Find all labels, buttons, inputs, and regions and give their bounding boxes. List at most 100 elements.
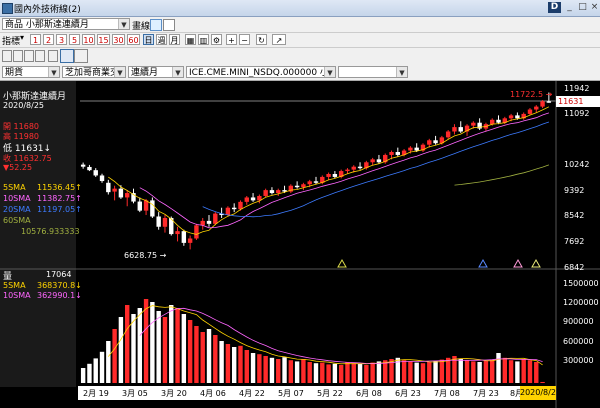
volume-bar [294, 361, 300, 383]
volume-bar [288, 360, 294, 383]
candle-body [294, 185, 300, 188]
candle-body [194, 225, 199, 239]
close-button[interactable]: × [588, 2, 600, 13]
layout-icon[interactable] [13, 50, 23, 62]
split-chart-icon[interactable] [74, 49, 88, 63]
week-bar-icon[interactable]: 週 [156, 34, 167, 45]
extra-combo[interactable]: ▼ [338, 66, 408, 78]
volume-bar [263, 356, 268, 383]
high-marker: 11722.5 → [510, 90, 553, 99]
candle-body [162, 217, 168, 227]
print-icon[interactable] [35, 50, 45, 62]
volume-bar [143, 299, 149, 383]
volume-bar [276, 359, 281, 383]
chart-area[interactable]: 小那斯達連續月 2020/8/25 開 11680 高 11980 低 1163… [0, 81, 600, 408]
product-combo-value: 商品 小那斯達連續月 [5, 20, 89, 30]
period-5-button[interactable]: 5 [69, 34, 80, 45]
market-combo-value: 期貨 [5, 68, 24, 78]
volume-bar [187, 320, 193, 383]
candle-body [238, 201, 243, 210]
volume-bar [231, 347, 237, 383]
signal-triangle-icon [531, 258, 541, 268]
volume-bar [150, 302, 155, 383]
single-chart-icon[interactable] [60, 49, 74, 63]
x-label: 3月 20 [161, 389, 187, 398]
chevron-down-icon[interactable]: ▼ [48, 67, 59, 77]
period-3-button[interactable]: 3 [56, 34, 67, 45]
chevron-down-icon[interactable]: ▼ [324, 67, 335, 77]
day-bar-icon[interactable]: 日 [143, 34, 154, 45]
chevron-down-icon[interactable]: ▼ [172, 67, 183, 77]
volume-bar [194, 326, 199, 383]
volume-bar [439, 359, 445, 383]
candle-body [357, 166, 363, 169]
settings-icon[interactable] [163, 19, 175, 31]
grid-icon[interactable]: ▦ [185, 34, 196, 45]
chevron-down-icon[interactable]: ▼ [118, 19, 129, 29]
candle-body [87, 166, 92, 171]
list-icon[interactable] [24, 50, 34, 62]
volume-bar [99, 351, 105, 383]
period-15-button[interactable]: 15 [97, 34, 110, 45]
refresh-icon[interactable]: ↻ [256, 34, 267, 45]
volume-bar [370, 362, 375, 383]
minimize-button[interactable]: _ [563, 2, 576, 13]
volume-bar [414, 362, 419, 383]
volume-bar [320, 362, 325, 383]
volume-bar [464, 360, 470, 383]
period-30-button[interactable]: 30 [112, 34, 125, 45]
draw-line-label[interactable]: 畫線 [132, 19, 150, 32]
zoom-in-icon[interactable]: + [226, 34, 237, 45]
period-1-button[interactable]: 1 [30, 34, 41, 45]
signal-triangle-icon [337, 258, 347, 268]
month-bar-icon[interactable]: 月 [169, 34, 180, 45]
indicator-label[interactable]: 指標 [2, 34, 20, 47]
symbol-combo[interactable]: ICE.CME.MINI_NSDQ.000000 小那斯達連續 ▼ [186, 66, 336, 78]
exchange-combo-value: 芝加哥商業交 [65, 68, 120, 78]
chevron-down-icon[interactable]: ▼ [396, 67, 407, 77]
volume-bar [345, 362, 350, 383]
candle-body [99, 175, 105, 182]
layout-icon[interactable]: ▥ [198, 34, 209, 45]
candle-body [471, 122, 476, 126]
contract-combo[interactable]: 連續月 ▼ [128, 66, 184, 78]
volume-bar [80, 368, 86, 383]
volume-bar [244, 350, 249, 383]
volume-bar [93, 358, 98, 383]
candle-body [326, 174, 331, 177]
market-combo[interactable]: 期貨 ▼ [2, 66, 60, 78]
period-2-button[interactable]: 2 [43, 34, 54, 45]
chevron-down-icon[interactable]: ▾ [20, 33, 24, 42]
price-tick-4: 8542 [564, 211, 585, 220]
volume-bar [540, 381, 545, 383]
candle-body [112, 188, 117, 192]
view-icon[interactable] [2, 50, 12, 62]
dock-button[interactable]: D [548, 2, 561, 13]
candle-body [427, 140, 432, 145]
candle-body [137, 201, 142, 211]
chevron-down-icon[interactable]: ▼ [114, 67, 125, 77]
exchange-combo[interactable]: 芝加哥商業交 ▼ [62, 66, 126, 78]
volume-bar [515, 361, 520, 383]
candle-body [351, 166, 356, 170]
zoom-out-icon[interactable]: − [239, 34, 250, 45]
volume-bar [257, 354, 262, 383]
settings-icon[interactable]: ⚙ [211, 34, 222, 45]
volume-bar [471, 361, 476, 383]
period-10-button[interactable]: 10 [82, 34, 95, 45]
volume-bar [219, 341, 224, 383]
candle-body [445, 131, 451, 138]
candlestick-chart[interactable] [0, 81, 600, 408]
volume-bar [502, 357, 508, 383]
zoom-icon[interactable] [48, 50, 58, 62]
volume-bar [420, 363, 426, 383]
x-label: 3月 05 [122, 389, 148, 398]
price-tick-0: 11942 [564, 84, 590, 93]
product-combo[interactable]: 商品 小那斯達連續月 ▼ [2, 18, 130, 30]
draw-line-icon[interactable]: ↗ [272, 34, 286, 45]
vol-tick-4: 300000 [563, 356, 594, 365]
period-60-button[interactable]: 60 [127, 34, 140, 45]
x-label: 5月 22 [317, 389, 343, 398]
ma-line-60 [454, 164, 550, 186]
edit-icon[interactable] [150, 19, 162, 31]
